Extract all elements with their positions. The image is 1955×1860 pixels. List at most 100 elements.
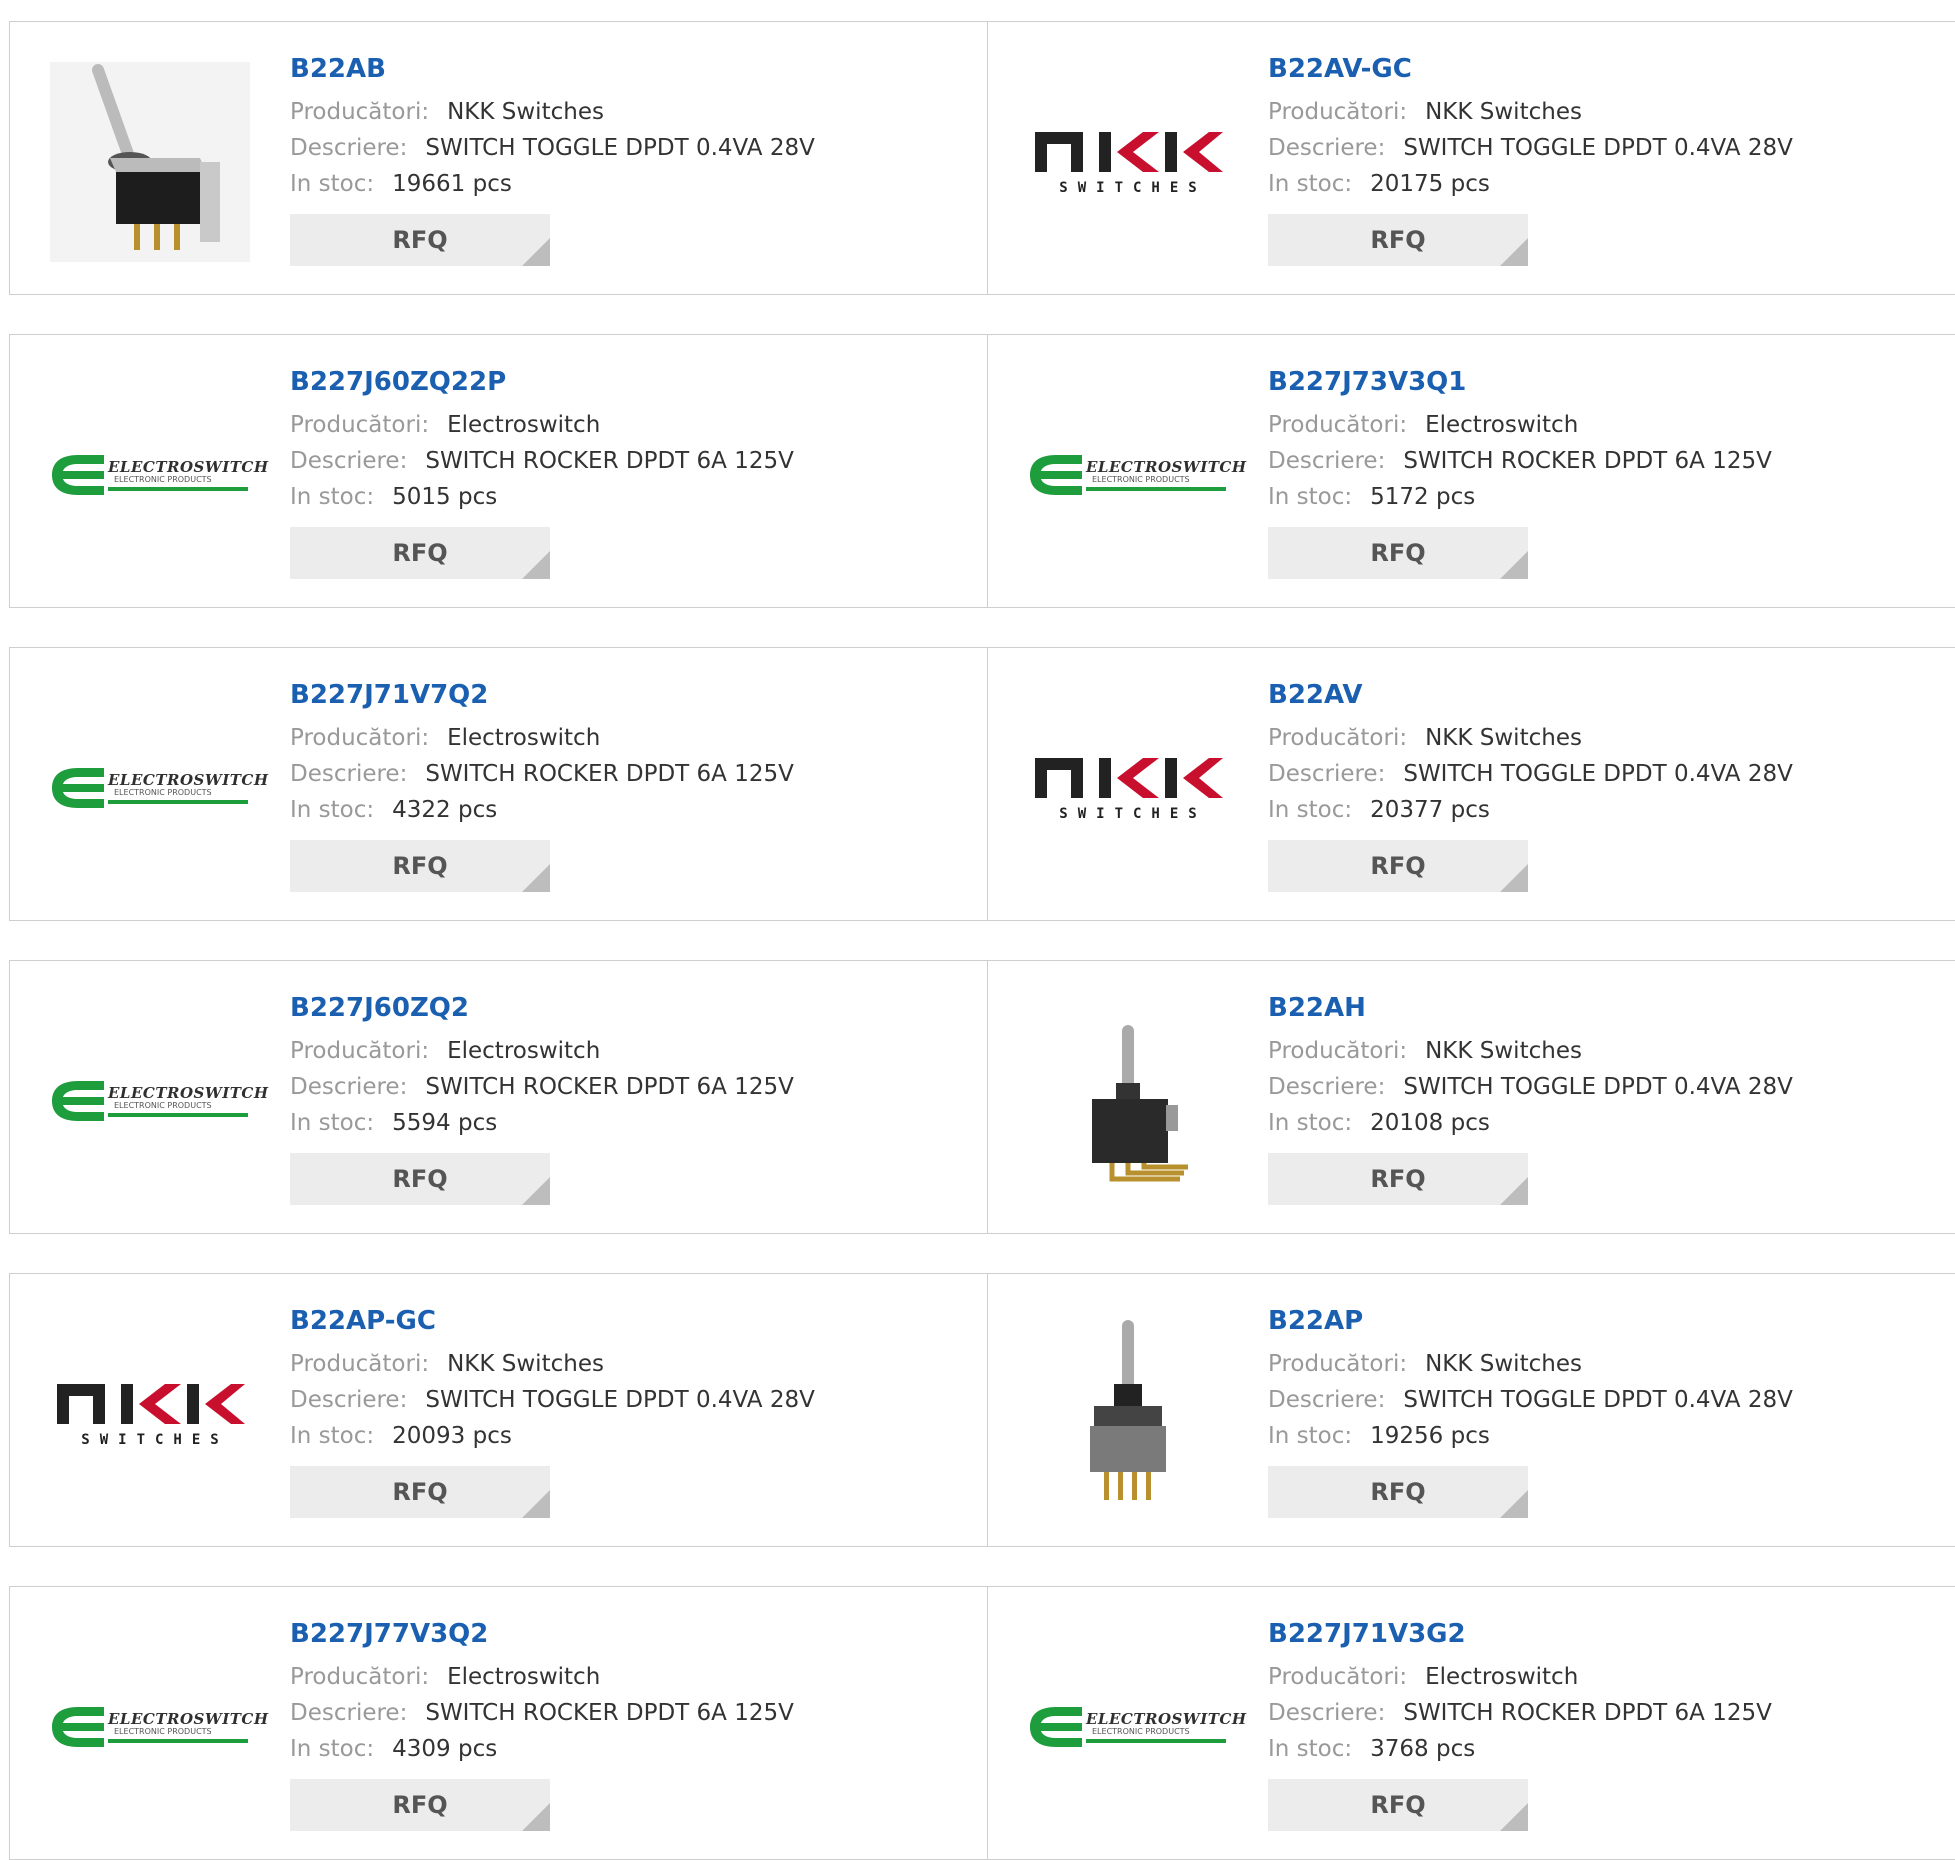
stock-label: In stoc:	[1268, 1423, 1353, 1449]
nkk-logo-mark	[1035, 132, 1223, 172]
product-info: B22AV Producători: NKK Switches Descriere: S…	[1268, 678, 1793, 892]
product-info: B22AH Producători: NKK Switches Descriere: S…	[1268, 991, 1793, 1205]
electroswitch-e-mark	[52, 455, 104, 495]
part-number-link[interactable]: B22AP	[1268, 1304, 1793, 1338]
part-number-link[interactable]: B22AP-GC	[290, 1304, 815, 1338]
product-image[interactable]	[50, 62, 250, 262]
part-number-link[interactable]: B22AB	[290, 52, 815, 86]
rfq-button[interactable]: RFQ	[290, 1466, 550, 1518]
manufacturer-value: Electroswitch	[1425, 1664, 1579, 1690]
product-image[interactable]: ELECTROSWITCH ELECTRONIC PRODUCTS	[50, 375, 268, 575]
part-number-link[interactable]: B227J60ZQ22P	[290, 365, 794, 399]
electroswitch-logo-text: ELECTROSWITCH	[1086, 458, 1247, 476]
nkk-logo-sub: SWITCHES	[1059, 806, 1207, 822]
description-line: Descriere: SWITCH TOGGLE DPDT 0.4VA 28V	[1268, 756, 1793, 792]
product-image[interactable]: ELECTROSWITCH ELECTRONIC PRODUCTS	[1028, 375, 1247, 575]
rfq-button[interactable]: RFQ	[290, 1779, 550, 1831]
stock-line: In stoc: 20108 pcs	[1268, 1105, 1793, 1141]
product-image[interactable]	[1028, 1001, 1228, 1201]
product-image[interactable]: SWITCHES	[1028, 688, 1228, 888]
stock-line: In stoc: 5172 pcs	[1268, 479, 1772, 515]
rfq-corner-decoration	[522, 864, 550, 892]
stock-label: In stoc:	[290, 484, 375, 510]
description-value: SWITCH ROCKER DPDT 6A 125V	[425, 448, 794, 474]
rfq-button-label: RFQ	[1370, 539, 1426, 567]
rfq-button[interactable]: RFQ	[290, 527, 550, 579]
description-value: SWITCH TOGGLE DPDT 0.4VA 28V	[425, 1387, 815, 1413]
manufacturer-label: Producători:	[1268, 99, 1408, 125]
manufacturer-value: Electroswitch	[447, 1664, 601, 1690]
description-line: Descriere: SWITCH ROCKER DPDT 6A 125V	[290, 1695, 794, 1731]
manufacturer-line: Producători: Electroswitch	[1268, 1659, 1772, 1695]
product-grid: B22AB Producători: NKK Switches Descriere: S…	[0, 0, 1955, 1860]
product-image[interactable]: SWITCHES	[50, 1314, 250, 1514]
product-row: ELECTROSWITCH ELECTRONIC PRODUCTS B227J7…	[9, 647, 1955, 921]
rfq-button[interactable]: RFQ	[1268, 1779, 1528, 1831]
manufacturer-line: Producători: NKK Switches	[290, 94, 815, 130]
stock-value: 4309 pcs	[392, 1736, 498, 1762]
product-image[interactable]	[1028, 1314, 1228, 1514]
description-label: Descriere:	[290, 448, 408, 474]
electroswitch-logo-text: ELECTROSWITCH	[1086, 1710, 1247, 1728]
manufacturer-line: Producători: Electroswitch	[290, 407, 794, 443]
rfq-button[interactable]: RFQ	[1268, 527, 1528, 579]
nkk-logo-mark	[1035, 758, 1223, 798]
nkk-logo-mark	[57, 1384, 245, 1424]
description-value: SWITCH ROCKER DPDT 6A 125V	[425, 1700, 794, 1726]
part-number-link[interactable]: B227J60ZQ2	[290, 991, 794, 1025]
rfq-corner-decoration	[1500, 238, 1528, 266]
part-number-link[interactable]: B22AV-GC	[1268, 52, 1793, 86]
product-image[interactable]: ELECTROSWITCH ELECTRONIC PRODUCTS	[50, 688, 268, 888]
product-image[interactable]: ELECTROSWITCH ELECTRONIC PRODUCTS	[50, 1001, 269, 1201]
electroswitch-logo: ELECTROSWITCH ELECTRONIC PRODUCTS	[1028, 1705, 1247, 1749]
description-value: SWITCH TOGGLE DPDT 0.4VA 28V	[1403, 761, 1793, 787]
nkk-logo-sub: SWITCHES	[81, 1432, 229, 1448]
rfq-button[interactable]: RFQ	[290, 1153, 550, 1205]
electroswitch-logo-sub: ELECTRONIC PRODUCTS	[114, 1727, 212, 1736]
stock-line: In stoc: 19661 pcs	[290, 166, 815, 202]
description-value: SWITCH TOGGLE DPDT 0.4VA 28V	[1403, 1387, 1793, 1413]
part-number-link[interactable]: B22AH	[1268, 991, 1793, 1025]
description-line: Descriere: SWITCH ROCKER DPDT 6A 125V	[290, 1069, 794, 1105]
description-line: Descriere: SWITCH ROCKER DPDT 6A 125V	[1268, 443, 1772, 479]
manufacturer-value: NKK Switches	[1425, 99, 1582, 125]
electroswitch-logo: ELECTROSWITCH ELECTRONIC PRODUCTS	[50, 766, 268, 810]
rfq-button[interactable]: RFQ	[290, 214, 550, 266]
product-row: SWITCHES B22AP-GC Producători: NKK Switche…	[9, 1273, 1955, 1547]
rfq-corner-decoration	[1500, 1803, 1528, 1831]
product-card: B22AB Producători: NKK Switches Descriere: S…	[10, 22, 987, 294]
part-number-link[interactable]: B22AV	[1268, 678, 1793, 712]
stock-value: 20175 pcs	[1370, 171, 1490, 197]
rfq-button[interactable]: RFQ	[1268, 214, 1528, 266]
rfq-button[interactable]: RFQ	[290, 840, 550, 892]
product-card: B22AH Producători: NKK Switches Descriere: S…	[988, 961, 1955, 1233]
electroswitch-e-mark	[1030, 455, 1082, 495]
manufacturer-value: NKK Switches	[1425, 1038, 1582, 1064]
part-number-link[interactable]: B227J71V3G2	[1268, 1617, 1772, 1651]
part-number-link[interactable]: B227J73V3Q1	[1268, 365, 1772, 399]
product-info: B227J71V7Q2 Producători: Electroswitch Desc…	[290, 678, 794, 892]
rfq-button[interactable]: RFQ	[1268, 840, 1528, 892]
description-value: SWITCH TOGGLE DPDT 0.4VA 28V	[1403, 1074, 1793, 1100]
rfq-button[interactable]: RFQ	[1268, 1466, 1528, 1518]
product-image[interactable]: ELECTROSWITCH ELECTRONIC PRODUCTS	[1028, 1627, 1247, 1827]
description-line: Descriere: SWITCH ROCKER DPDT 6A 125V	[290, 443, 794, 479]
manufacturer-label: Producători:	[290, 412, 430, 438]
part-number-link[interactable]: B227J71V7Q2	[290, 678, 794, 712]
electroswitch-logo-text: ELECTROSWITCH	[108, 1084, 269, 1102]
stock-line: In stoc: 4309 pcs	[290, 1731, 794, 1767]
rfq-button-label: RFQ	[1370, 852, 1426, 880]
stock-label: In stoc:	[290, 171, 375, 197]
product-image[interactable]: ELECTROSWITCH ELECTRONIC PRODUCTS	[50, 1627, 268, 1827]
description-line: Descriere: SWITCH TOGGLE DPDT 0.4VA 28V	[1268, 1069, 1793, 1105]
description-value: SWITCH ROCKER DPDT 6A 125V	[1403, 448, 1772, 474]
product-card: SWITCHES B22AV Producători: NKK Switches De…	[988, 648, 1955, 920]
part-number-link[interactable]: B227J77V3Q2	[290, 1617, 794, 1651]
stock-value: 4322 pcs	[392, 797, 498, 823]
rfq-button[interactable]: RFQ	[1268, 1153, 1528, 1205]
stock-value: 19661 pcs	[392, 171, 512, 197]
product-image[interactable]: SWITCHES	[1028, 62, 1228, 262]
manufacturer-value: Electroswitch	[447, 1038, 601, 1064]
manufacturer-value: Electroswitch	[1425, 412, 1579, 438]
description-label: Descriere:	[1268, 1074, 1386, 1100]
